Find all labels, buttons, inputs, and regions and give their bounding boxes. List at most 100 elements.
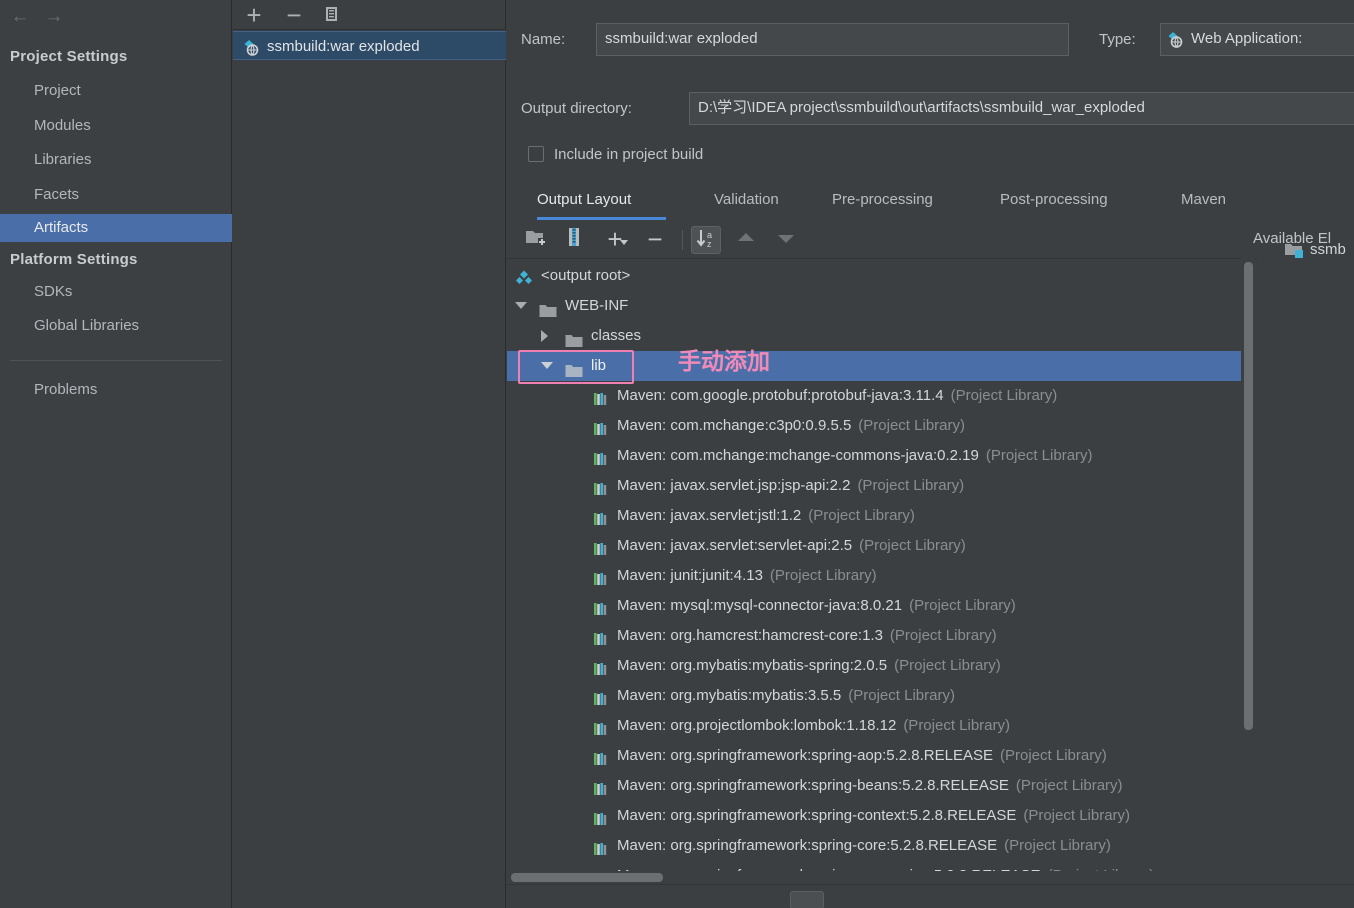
library-scope-label: (Project Library): [1000, 747, 1107, 764]
tab-maven[interactable]: Maven: [1181, 186, 1226, 218]
chevron-right-icon[interactable]: [541, 330, 548, 342]
sidebar-item-global-libraries[interactable]: Global Libraries: [0, 312, 232, 340]
sidebar-item-facets[interactable]: Facets: [0, 181, 232, 209]
sidebar-item-label: Libraries: [34, 151, 92, 168]
arrow-left-icon[interactable]: ←: [6, 7, 34, 27]
library-icon: [593, 658, 609, 675]
library-icon: [593, 718, 609, 735]
tree-node-output-root[interactable]: <output root>: [507, 261, 1257, 291]
tree-node-web-inf[interactable]: WEB-INF: [507, 291, 1257, 321]
tree-node-library[interactable]: Maven: org.springframework:spring-beans:…: [507, 771, 1257, 801]
artifacts-list-panel: + − ssmbuild:war exploded: [233, 0, 506, 908]
sidebar-item-project[interactable]: Project: [0, 77, 232, 105]
svg-text:z: z: [707, 239, 712, 249]
library-scope-label: (Project Library): [889, 627, 997, 644]
create-archive-button[interactable]: [559, 226, 589, 254]
settings-sidebar: ← → Project Settings Project Modules Lib…: [0, 0, 232, 908]
arrow-up-icon: [738, 233, 754, 241]
artifact-type-select[interactable]: Web Application:: [1160, 23, 1354, 56]
library-name-label: Maven: javax.servlet:jstl:1.2: [617, 507, 802, 524]
available-element-item[interactable]: ssmb: [1284, 238, 1346, 262]
remove-artifact-button[interactable]: −: [281, 2, 307, 28]
scrollbar-thumb[interactable]: [511, 873, 663, 882]
tree-node-library[interactable]: Maven: org.projectlombok:lombok:1.18.12 …: [507, 711, 1257, 741]
tree-horizontal-scrollbar[interactable]: [507, 871, 1255, 883]
library-scope-label: (Project Library): [903, 717, 1011, 734]
library-name-label: Maven: javax.servlet.jsp:jsp-api:2.2: [617, 477, 851, 494]
toolbar-separator: [682, 230, 683, 250]
tree-node-library[interactable]: Maven: javax.servlet.jsp:jsp-api:2.2 (Pr…: [507, 471, 1257, 501]
tree-node-library[interactable]: Maven: org.springframework:spring-contex…: [507, 801, 1257, 831]
tree-node-library[interactable]: Maven: org.mybatis:mybatis:3.5.5 (Projec…: [507, 681, 1257, 711]
sidebar-item-label: Facets: [34, 186, 80, 203]
library-icon: [593, 568, 609, 585]
artifact-name-label: ssmbuild:war exploded: [267, 38, 420, 55]
output-layout-tree[interactable]: <output root> WEB-INF classes lib Maven:…: [507, 258, 1257, 882]
folder-icon: [539, 299, 557, 317]
sidebar-item-problems[interactable]: Problems: [0, 376, 232, 404]
folder-icon: [565, 329, 583, 347]
library-icon: [593, 418, 609, 435]
output-directory-label: Output directory:: [521, 100, 632, 117]
remove-element-button[interactable]: −: [640, 226, 670, 254]
output-directory-input[interactable]: D:\学习\IDEA project\ssmbuild\out\artifact…: [689, 92, 1354, 125]
tab-post-processing[interactable]: Post-processing: [1000, 186, 1108, 218]
sidebar-item-label: Artifacts: [34, 219, 89, 236]
library-icon: [593, 628, 609, 645]
tree-node-library[interactable]: Maven: mysql:mysql-connector-java:8.0.21…: [507, 591, 1257, 621]
library-scope-label: (Project Library): [808, 507, 915, 524]
project-structure-dialog: ← → Project Settings Project Modules Lib…: [0, 0, 1354, 908]
library-name-label: Maven: javax.servlet:servlet-api:2.5: [617, 537, 853, 554]
artifact-name-input[interactable]: ssmbuild:war exploded: [596, 23, 1069, 56]
scrollbar-thumb[interactable]: [1244, 262, 1253, 730]
tree-node-library[interactable]: Maven: org.mybatis:mybatis-spring:2.0.5 …: [507, 651, 1257, 681]
dialog-bottom-strip: [507, 884, 1354, 908]
library-name-label: Maven: com.google.protobuf:protobuf-java…: [617, 387, 944, 404]
chevron-down-icon[interactable]: [541, 362, 553, 369]
move-down-button[interactable]: [771, 226, 801, 254]
tree-node-library[interactable]: Maven: javax.servlet:jstl:1.2 (Project L…: [507, 501, 1257, 531]
tab-output-layout[interactable]: Output Layout: [537, 186, 631, 218]
copy-artifact-button[interactable]: [319, 5, 345, 29]
library-icon: [593, 778, 609, 795]
library-scope-label: (Project Library): [1023, 807, 1131, 824]
sidebar-group-project-settings: Project Settings: [10, 48, 128, 65]
library-name-label: Maven: mysql:mysql-connector-java:8.0.21: [617, 597, 903, 614]
tree-node-lib[interactable]: lib: [507, 351, 1255, 381]
tab-pre-processing[interactable]: Pre-processing: [832, 186, 933, 218]
move-up-button[interactable]: [731, 226, 761, 254]
sidebar-item-modules[interactable]: Modules: [0, 112, 232, 140]
artifact-list-item[interactable]: ssmbuild:war exploded: [233, 31, 506, 60]
tree-node-library[interactable]: Maven: com.google.protobuf:protobuf-java…: [507, 381, 1257, 411]
sidebar-group-platform-settings: Platform Settings: [10, 251, 138, 268]
tree-node-classes[interactable]: classes: [507, 321, 1257, 351]
library-icon: [593, 598, 609, 615]
create-directory-button[interactable]: [521, 226, 551, 254]
library-scope-label: (Project Library): [848, 687, 955, 704]
sidebar-item-artifacts[interactable]: Artifacts: [0, 214, 232, 242]
add-element-button[interactable]: +: [600, 226, 630, 254]
tree-node-library[interactable]: Maven: javax.servlet:servlet-api:2.5 (Pr…: [507, 531, 1257, 561]
chevron-down-icon[interactable]: [515, 302, 527, 309]
sidebar-item-libraries[interactable]: Libraries: [0, 146, 232, 174]
add-artifact-button[interactable]: +: [241, 2, 267, 28]
sort-alphabetically-button[interactable]: a z: [691, 226, 721, 254]
tree-node-library[interactable]: Maven: org.springframework:spring-aop:5.…: [507, 741, 1257, 771]
include-in-project-build-checkbox[interactable]: [528, 146, 544, 162]
tree-node-library[interactable]: Maven: org.hamcrest:hamcrest-core:1.3 (P…: [507, 621, 1257, 651]
copy-icon: [326, 7, 337, 21]
tree-node-library[interactable]: Maven: com.mchange:c3p0:0.9.5.5 (Project…: [507, 411, 1257, 441]
tab-validation[interactable]: Validation: [714, 186, 779, 218]
library-scope-label: (Project Library): [985, 447, 1093, 464]
bottom-action-button[interactable]: [790, 891, 824, 908]
tree-node-library[interactable]: Maven: com.mchange:mchange-commons-java:…: [507, 441, 1257, 471]
tree-vertical-scrollbar[interactable]: [1241, 258, 1255, 882]
tab-label: Pre-processing: [832, 191, 933, 208]
sidebar-item-label: Problems: [34, 381, 98, 398]
sidebar-item-sdks[interactable]: SDKs: [0, 278, 232, 306]
library-name-label: Maven: junit:junit:4.13: [617, 567, 763, 584]
tree-node-library[interactable]: Maven: junit:junit:4.13 (Project Library…: [507, 561, 1257, 591]
folder-icon: [565, 359, 583, 377]
arrow-right-icon[interactable]: →: [40, 7, 68, 27]
tree-node-library[interactable]: Maven: org.springframework:spring-core:5…: [507, 831, 1257, 861]
